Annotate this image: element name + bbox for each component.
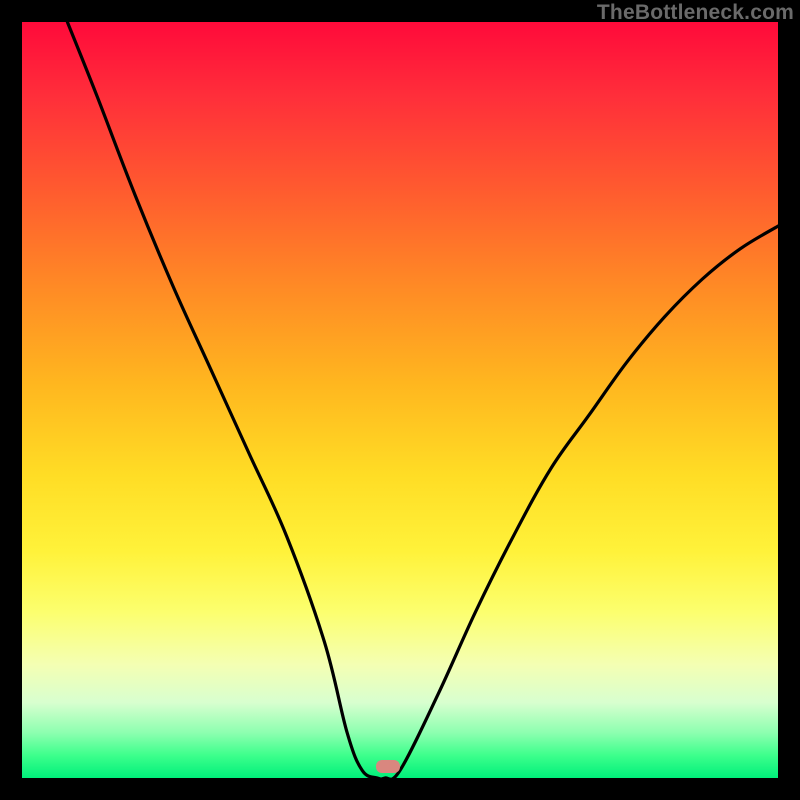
chart-frame: TheBottleneck.com <box>0 0 800 800</box>
optimal-marker <box>376 760 400 773</box>
bottleneck-curve <box>22 22 778 778</box>
watermark-text: TheBottleneck.com <box>597 1 794 25</box>
